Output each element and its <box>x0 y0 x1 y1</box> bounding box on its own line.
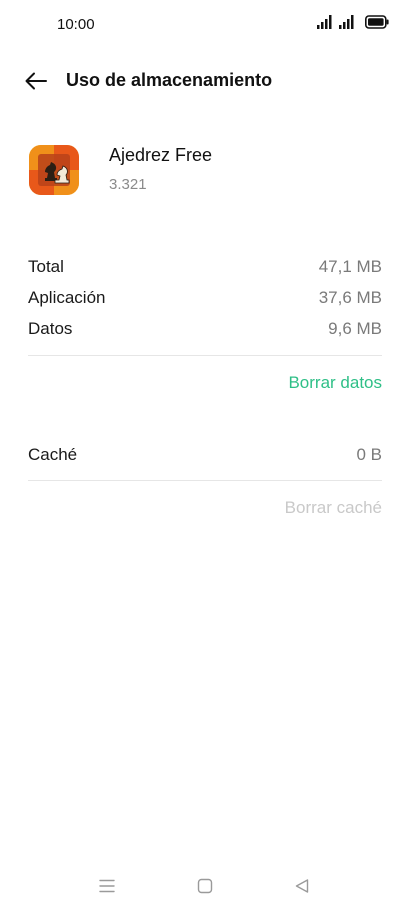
back-button[interactable] <box>20 66 52 96</box>
storage-row-application: Aplicación 37,6 MB <box>28 283 382 313</box>
status-icons <box>317 15 389 29</box>
clear-data-button[interactable]: Borrar datos <box>288 373 382 393</box>
storage-label: Datos <box>28 319 73 338</box>
app-version: 3.321 <box>109 176 147 193</box>
signal-icon <box>339 15 354 29</box>
menu-button[interactable] <box>95 874 119 898</box>
status-bar: 10:00 <box>0 0 409 50</box>
home-icon <box>197 878 213 894</box>
cache-label: Caché <box>28 445 78 464</box>
storage-label: Total <box>28 257 64 276</box>
battery-icon <box>365 15 389 29</box>
clear-cache-button[interactable]: Borrar caché <box>285 498 382 518</box>
page-title: Uso de almacenamiento <box>66 70 273 90</box>
storage-row-data: Datos 9,6 MB <box>28 314 382 344</box>
nav-back-button[interactable] <box>290 874 314 898</box>
back-icon <box>295 879 309 893</box>
back-arrow-icon <box>25 72 47 90</box>
cache-row: Caché 0 B <box>28 440 382 470</box>
divider <box>28 480 382 481</box>
divider <box>28 355 382 356</box>
storage-value: 9,6 MB <box>328 319 382 338</box>
navigation-bar <box>0 868 409 904</box>
storage-value: 47,1 MB <box>318 257 382 276</box>
status-time: 10:00 <box>57 16 95 33</box>
storage-label: Aplicación <box>28 288 106 307</box>
top-bar: Uso de almacenamiento <box>0 58 409 104</box>
menu-icon <box>99 879 115 893</box>
storage-value: 37,6 MB <box>318 288 382 307</box>
storage-row-total: Total 47,1 MB <box>28 252 382 282</box>
chess-app-icon <box>29 145 79 195</box>
home-button[interactable] <box>193 874 217 898</box>
signal-icon <box>317 15 332 29</box>
app-header: Ajedrez Free 3.321 <box>0 135 409 215</box>
app-name: Ajedrez Free <box>109 145 213 165</box>
cache-value: 0 B <box>356 445 382 464</box>
